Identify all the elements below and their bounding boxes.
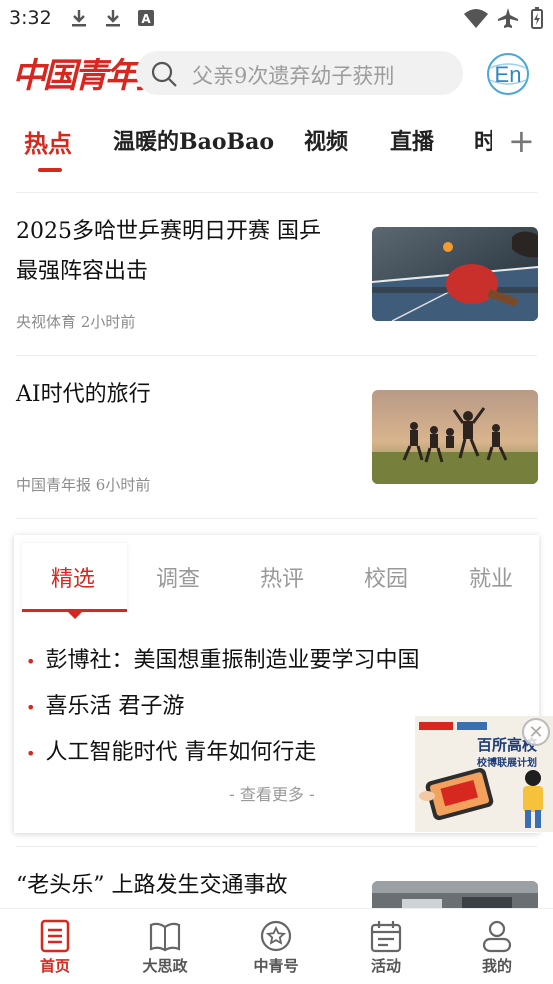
news-thumbnail-travel [372, 390, 538, 484]
status-time: 3:32 [9, 7, 52, 29]
nav-label: 我的 [481, 957, 512, 975]
a-icon: A [138, 10, 154, 26]
close-promo-button[interactable]: ✕ [522, 718, 550, 746]
status-bar: 3:32 A [0, 0, 553, 38]
nav-ideology[interactable]: 大思政 [110, 909, 220, 984]
plus-icon: + [508, 122, 535, 160]
nav-label: 大思政 [142, 957, 188, 975]
nav-activities[interactable]: 活动 [331, 909, 441, 984]
header: 中国青年报 父亲9次遗弃幼子获刑 En [0, 40, 553, 106]
close-icon: ✕ [528, 722, 544, 743]
nav-home[interactable]: 首页 [0, 909, 110, 984]
news-meta: 央视体育 2小时前 [16, 311, 135, 332]
bottom-nav: 首页 大思政 中青号 活动 我的 [0, 908, 553, 984]
nav-label: 中青号 [253, 957, 299, 975]
download-icon [106, 10, 120, 27]
news-meta: 中国青年报 6小时前 [16, 474, 150, 495]
search-placeholder: 父亲9次遗弃幼子获刑 [192, 64, 395, 88]
news-time: 6小时前 [95, 476, 151, 494]
news-item[interactable]: 2025多哈世乒赛明日开赛 国乒最强阵容出击 央视体育 2小时前 [0, 210, 553, 350]
card-tab-commentary[interactable]: 热评 [260, 561, 304, 593]
search-bar[interactable]: 父亲9次遗弃幼子获刑 [136, 51, 463, 95]
card-list-item[interactable]: • 喜乐活 君子游 [26, 688, 184, 720]
divider [16, 846, 537, 847]
channel-tabs: 热点 温暖的BaoBao 视频 直播 时 + [0, 110, 553, 180]
news-thumbnail-table-tennis [372, 227, 538, 321]
news-title: 2025多哈世乒赛明日开赛 国乒最强阵容出击 [16, 219, 321, 284]
tab-warm-baobao[interactable]: 温暖的BaoBao [113, 124, 274, 156]
tab-video[interactable]: 视频 [304, 124, 348, 156]
divider [16, 355, 537, 356]
card-tab-caret [68, 612, 82, 619]
card-tab-employment[interactable]: 就业 [469, 561, 513, 593]
tab-live[interactable]: 直播 [390, 124, 434, 156]
person-icon [482, 920, 512, 953]
news-source: 央视体育 [16, 313, 77, 331]
card-list-item[interactable]: • 人工智能时代 青年如何行走 [26, 734, 316, 766]
calendar-icon [370, 921, 402, 953]
news-title: “老头乐” 上路发生交通事故 [16, 873, 288, 898]
search-icon [151, 61, 177, 87]
news-title: AI时代的旅行 [16, 382, 151, 407]
globe-en-icon: En [487, 53, 529, 95]
en-label: En [495, 62, 522, 87]
divider [16, 518, 537, 519]
battery-icon [531, 7, 543, 29]
see-more-link[interactable]: - 查看更多 - [229, 781, 315, 805]
svg-text:A: A [141, 12, 151, 26]
nav-label: 首页 [39, 957, 70, 975]
card-tab-campus[interactable]: 校园 [364, 561, 408, 593]
nav-zhongqinghao[interactable]: 中青号 [221, 909, 331, 984]
add-channel-button[interactable]: + [508, 122, 535, 160]
card-list-item[interactable]: • 彭博社：美国想重振制造业要学习中国 [26, 642, 419, 674]
airplane-icon [498, 8, 518, 28]
english-switch-button[interactable]: En [484, 50, 532, 98]
download-icon [72, 10, 86, 27]
nav-label: 活动 [370, 957, 401, 975]
card-tab-survey[interactable]: 调查 [156, 561, 200, 593]
promo-subtitle: 校博联展计划 [477, 756, 537, 769]
wifi-icon [464, 9, 488, 28]
active-tab-indicator [38, 168, 62, 172]
news-thumbnail-street [372, 881, 538, 908]
tab-hot[interactable]: 热点 [24, 124, 72, 159]
tab-partial[interactable]: 时 [474, 124, 492, 156]
news-list-icon [40, 919, 70, 953]
open-book-icon [149, 922, 181, 952]
nav-profile[interactable]: 我的 [442, 909, 552, 984]
news-item[interactable]: “老头乐” 上路发生交通事故 [0, 864, 553, 908]
news-item[interactable]: AI时代的旅行 中国青年报 6小时前 [0, 373, 553, 513]
news-source: 中国青年报 [16, 476, 92, 494]
star-badge-icon [260, 920, 292, 952]
divider [16, 192, 537, 193]
card-tab-featured[interactable]: 精选 [51, 561, 95, 593]
news-time: 2小时前 [80, 313, 136, 331]
